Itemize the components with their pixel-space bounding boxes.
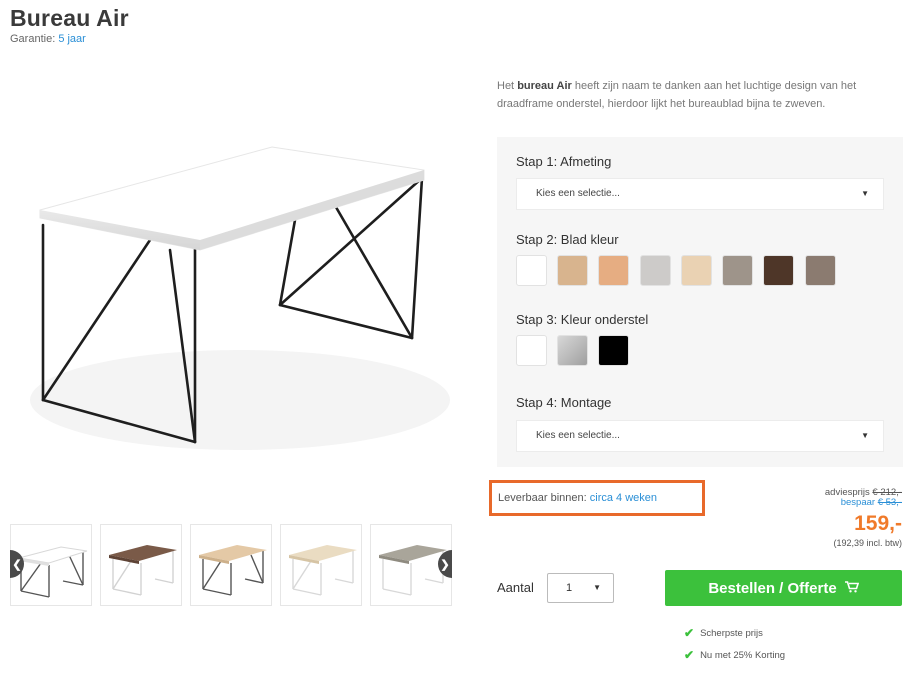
caret-down-icon: ▼ (861, 431, 869, 440)
blad-swatch-2[interactable] (557, 255, 588, 286)
check-icon: ✔ (684, 626, 695, 640)
quantity-value: 1 (566, 582, 573, 594)
blad-swatch-3[interactable] (598, 255, 629, 286)
montage-select-value: Kies een selectie... (536, 430, 620, 441)
desc-bold: bureau Air (517, 80, 572, 92)
usp-item: ✔ Nu met 25% Korting (684, 648, 785, 662)
afmeting-select-value: Kies een selectie... (536, 188, 620, 199)
step1-label: Stap 1: Afmeting (516, 154, 612, 169)
blad-swatch-1[interactable] (516, 255, 547, 286)
thumbnail-light-oak-top[interactable] (280, 524, 362, 606)
blad-swatch-8[interactable] (805, 255, 836, 286)
onderstel-swatch-white[interactable] (516, 335, 547, 366)
check-icon: ✔ (684, 648, 695, 662)
order-button[interactable]: Bestellen / Offerte (665, 570, 902, 606)
delivery-label: Leverbaar binnen: (498, 492, 587, 504)
blad-swatch-7[interactable] (763, 255, 794, 286)
price-incl-btw: (192,39 incl. btw) (833, 538, 902, 548)
onderstel-swatch-silver[interactable] (557, 335, 588, 366)
bespaar-line: bespaar € 53,- (841, 497, 902, 508)
step4-label: Stap 4: Montage (516, 395, 612, 410)
thumbnail-oak-top[interactable] (190, 524, 272, 606)
thumbnail-strip (10, 524, 452, 606)
product-description: Het bureau Air heeft zijn naam te danken… (497, 77, 907, 113)
delivery-value: circa 4 weken (589, 492, 658, 504)
thumbnail-walnut-top[interactable] (100, 524, 182, 606)
bespaar-value: € 53,- (877, 497, 902, 508)
sale-price: 159,- (854, 512, 902, 535)
blad-swatch-4[interactable] (640, 255, 671, 286)
onderstel-swatch-black[interactable] (598, 335, 629, 366)
bespaar-label: bespaar (840, 497, 876, 508)
montage-select[interactable]: Kies een selectie... ▼ (516, 420, 884, 452)
caret-down-icon: ▼ (593, 583, 601, 592)
garantie-line: Garantie: 5 jaar (10, 33, 86, 45)
quantity-select[interactable]: 1 ▼ (547, 573, 614, 603)
order-button-label: Bestellen / Offerte (708, 579, 837, 597)
desc-prefix: Het (497, 80, 518, 92)
blad-swatch-6[interactable] (722, 255, 753, 286)
step2-label: Stap 2: Blad kleur (516, 232, 619, 247)
garantie-label: Garantie: (10, 33, 56, 45)
product-title: Bureau Air (10, 5, 129, 31)
usp-label: Scherpste prijs (700, 627, 763, 639)
step3-label: Stap 3: Kleur onderstel (516, 312, 649, 327)
usp-label: Nu met 25% Korting (700, 649, 786, 661)
aantal-label: Aantal (497, 580, 534, 595)
cart-icon (844, 580, 859, 597)
product-main-image[interactable] (10, 100, 460, 490)
caret-down-icon: ▼ (861, 189, 869, 198)
blad-swatch-5[interactable] (681, 255, 712, 286)
delivery-box: Leverbaar binnen: circa 4 weken (489, 480, 705, 516)
afmeting-select[interactable]: Kies een selectie... ▼ (516, 178, 884, 210)
usp-item: ✔ Scherpste prijs (684, 626, 763, 640)
configurator-panel: Stap 1: Afmeting Kies een selectie... ▼ … (497, 137, 903, 467)
garantie-link[interactable]: 5 jaar (58, 33, 86, 45)
